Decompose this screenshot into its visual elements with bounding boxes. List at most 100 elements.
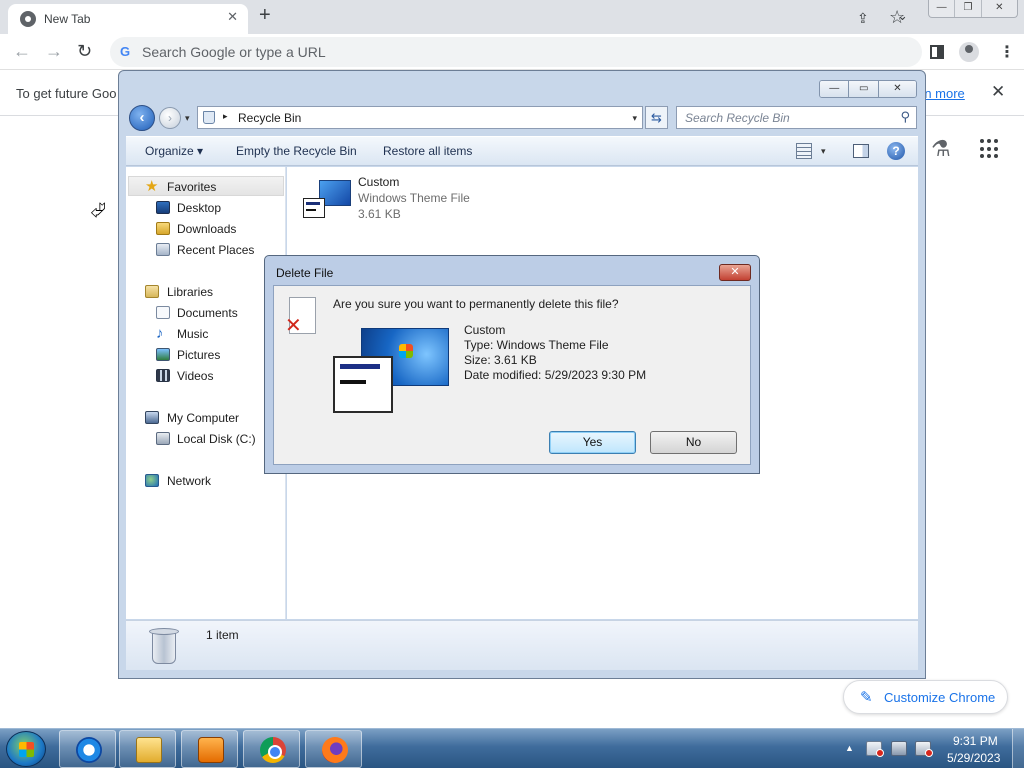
- customize-chrome-button[interactable]: ✎ Customize Chrome: [843, 680, 1008, 714]
- omnibox[interactable]: G Search Google or type a URL: [110, 37, 922, 67]
- nav-item-my-computer[interactable]: My Computer: [126, 408, 286, 428]
- explorer-minimize-button[interactable]: —: [820, 81, 850, 97]
- minimize-button[interactable]: —: [929, 0, 956, 17]
- show-hidden-icons-arrow-icon[interactable]: ▲: [845, 743, 854, 753]
- google-apps-grid-icon[interactable]: [980, 139, 1000, 159]
- change-view-icon[interactable]: [796, 143, 812, 159]
- reload-icon[interactable]: ↻: [77, 41, 92, 61]
- nav-label: Videos: [177, 369, 214, 383]
- learn-more-link[interactable]: rn more: [920, 86, 965, 101]
- explorer-maximize-button[interactable]: ▭: [849, 81, 879, 97]
- nav-item-music[interactable]: ♪ Music: [126, 324, 286, 344]
- address-dropdown-icon[interactable]: ▾: [632, 113, 637, 124]
- nav-item-desktop[interactable]: Desktop: [126, 198, 286, 218]
- nav-item-pictures[interactable]: Pictures: [126, 345, 286, 365]
- chrome-menu-icon[interactable]: ⋮: [999, 42, 1015, 62]
- breadcrumb-arrow-icon[interactable]: ▸: [223, 111, 228, 122]
- profile-avatar-icon[interactable]: [959, 42, 979, 62]
- nav-label: Documents: [177, 306, 238, 320]
- nav-item-documents[interactable]: Documents: [126, 303, 286, 323]
- nav-item-network[interactable]: Network: [126, 471, 286, 491]
- address-bar[interactable]: ▸ Recycle Bin ▾: [197, 106, 643, 129]
- start-button[interactable]: [6, 731, 46, 767]
- navigation-pane: ★ Favorites Desktop Downloads Recent Pla…: [126, 167, 286, 619]
- explorer-back-button[interactable]: ‹: [129, 105, 155, 131]
- restore-button[interactable]: ❐: [955, 0, 982, 17]
- nav-label: Favorites: [167, 180, 217, 194]
- nav-item-videos[interactable]: Videos: [126, 366, 286, 386]
- taskbar-media-player[interactable]: [181, 730, 238, 768]
- preview-pane-icon[interactable]: [853, 144, 869, 158]
- nav-label: Network: [167, 474, 212, 488]
- organize-button[interactable]: Organize ▾: [145, 144, 203, 158]
- labs-flask-icon[interactable]: ⚗: [931, 136, 951, 162]
- nav-item-recent-places[interactable]: Recent Places: [126, 240, 286, 260]
- nav-item-downloads[interactable]: Downloads: [126, 219, 286, 239]
- search-placeholder: Search Recycle Bin: [685, 111, 790, 125]
- delete-file-dialog: Delete File ✕ ✕ Are you sure you want to…: [264, 255, 760, 474]
- close-button[interactable]: ✕: [982, 0, 1017, 17]
- refresh-button[interactable]: ⇆: [645, 106, 668, 129]
- empty-recycle-bin-button[interactable]: Empty the Recycle Bin: [236, 144, 357, 158]
- music-note-icon: ♪: [156, 325, 164, 342]
- bookmark-star-icon[interactable]: ☆: [889, 7, 905, 28]
- explorer-forward-button[interactable]: ›: [159, 107, 181, 129]
- dialog-title: Delete File: [276, 266, 334, 280]
- clock-time[interactable]: 9:31 PM: [953, 734, 998, 748]
- search-recycle-bin-input[interactable]: Search Recycle Bin ⚲: [676, 106, 917, 129]
- file-size: 3.61 KB: [358, 207, 401, 221]
- show-desktop-button[interactable]: [1012, 729, 1024, 768]
- detail-name: Custom: [464, 323, 506, 337]
- taskbar-internet-explorer[interactable]: [59, 730, 116, 768]
- item-count: 1 item: [206, 628, 239, 642]
- tab-close-icon[interactable]: ✕: [227, 9, 238, 25]
- info-bar-close-icon[interactable]: ✕: [991, 82, 1005, 102]
- network-tray-icon[interactable]: [891, 741, 907, 756]
- nav-item-local-disk[interactable]: Local Disk (C:): [126, 429, 286, 449]
- clock-date[interactable]: 5/29/2023: [947, 751, 1000, 765]
- side-panel-icon[interactable]: [930, 45, 944, 59]
- internet-explorer-icon: [76, 737, 102, 763]
- network-icon: [145, 474, 159, 487]
- dialog-close-button[interactable]: ✕: [719, 264, 751, 281]
- taskbar-google-chrome[interactable]: [243, 730, 300, 768]
- explorer-close-button[interactable]: ✕: [878, 81, 916, 97]
- nav-label: Downloads: [177, 222, 237, 236]
- back-arrow-icon[interactable]: ←: [13, 41, 31, 61]
- alert-badge-icon: [876, 749, 884, 757]
- share-icon[interactable]: ⇪: [857, 10, 869, 27]
- file-name: Custom: [358, 175, 400, 189]
- chrome-icon: [260, 737, 286, 763]
- pencil-icon: ✎: [860, 689, 873, 706]
- chrome-tab-strip: New Tab ✕ + ⌄ — ❐ ✕: [0, 0, 1024, 34]
- delete-file-icon: ✕: [285, 297, 317, 336]
- nav-item-libraries[interactable]: Libraries: [126, 282, 286, 302]
- tab-new-tab[interactable]: New Tab ✕: [8, 4, 248, 34]
- view-options-dropdown-icon[interactable]: ▾: [821, 146, 826, 157]
- no-button[interactable]: No: [650, 431, 737, 454]
- help-icon[interactable]: ?: [887, 142, 905, 160]
- file-type: Windows Theme File: [358, 191, 470, 205]
- nav-label: My Computer: [167, 411, 240, 425]
- nav-label: Pictures: [177, 348, 221, 362]
- forward-arrow-icon[interactable]: →: [45, 41, 63, 61]
- chrome-window-controls: — ❐ ✕: [928, 0, 1018, 18]
- videos-film-icon: [156, 369, 170, 382]
- taskbar-firefox[interactable]: [305, 730, 362, 768]
- recent-pages-dropdown-icon[interactable]: ▾: [185, 113, 190, 124]
- theme-thumbnail-icon: [333, 328, 451, 414]
- file-item-custom-theme[interactable]: Custom Windows Theme File 3.61 KB: [303, 175, 503, 225]
- detail-size: Size: 3.61 KB: [464, 353, 537, 367]
- media-player-icon: [198, 737, 224, 763]
- star-icon: ★: [145, 178, 159, 195]
- details-pane: 1 item: [126, 620, 918, 670]
- search-icon: ⚲: [900, 109, 910, 124]
- restore-all-items-button[interactable]: Restore all items: [383, 144, 472, 158]
- nav-item-favorites[interactable]: ★ Favorites: [128, 176, 284, 196]
- address-path[interactable]: Recycle Bin: [238, 111, 301, 125]
- new-tab-button[interactable]: +: [259, 5, 271, 25]
- taskbar-windows-explorer[interactable]: [119, 730, 176, 768]
- theme-file-icon: [303, 180, 351, 218]
- yes-button[interactable]: Yes: [549, 431, 636, 454]
- omnibox-placeholder: Search Google or type a URL: [142, 44, 326, 60]
